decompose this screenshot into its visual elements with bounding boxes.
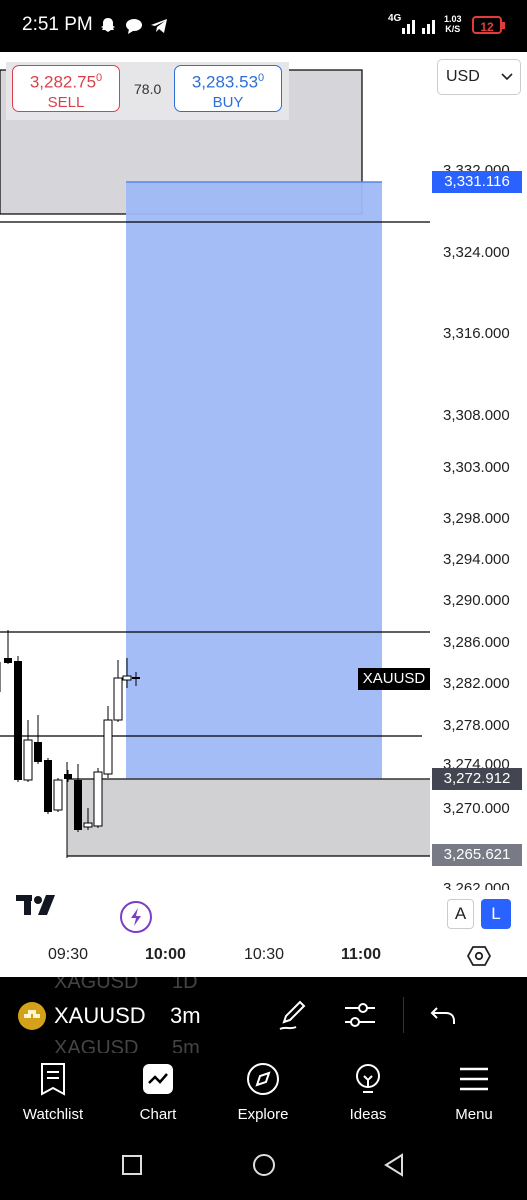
nav-menu[interactable] (424, 1062, 524, 1101)
price-axis-label: 3,303.000 (443, 459, 510, 476)
price-axis-label: 3,282.000 (443, 675, 510, 692)
trade-panel: 3,282.750 SELL 78.0 3,283.530 BUY (6, 62, 289, 120)
battery-icon: 12 (472, 16, 502, 34)
nav-menu-label: Menu (455, 1106, 493, 1123)
nav-watchlist[interactable] (3, 1062, 103, 1101)
signal-icon (402, 20, 435, 34)
interval-selector[interactable]: 3m (170, 1003, 201, 1029)
price-axis-label: 3,298.000 (443, 510, 510, 527)
symbol-name[interactable]: XAUUSD (54, 1003, 146, 1029)
price-axis-label: 3,294.000 (443, 551, 510, 568)
nav-ideas-label: Ideas (349, 1106, 387, 1123)
ghost-symbol-above: XAGUSD (54, 977, 139, 993)
buy-price: 3,283.530 (191, 72, 265, 92)
currency-select[interactable]: USD (437, 59, 521, 95)
nav-chart[interactable] (108, 1062, 208, 1101)
network-speed: 1.03 K/S (444, 14, 462, 34)
chart-settings-icon[interactable] (467, 944, 491, 968)
ghost-symbol-below: XAGUSD (54, 1037, 139, 1053)
log-scale-button[interactable]: L (481, 899, 511, 929)
stop-zone[interactable] (67, 779, 430, 856)
nav-watchlist-label: Watchlist (22, 1106, 84, 1123)
nav-ideas[interactable] (318, 1062, 418, 1101)
time-axis-label: 10:30 (244, 946, 285, 963)
status-time: 2:51 PM (22, 14, 93, 35)
currency-value: USD (446, 68, 480, 85)
battery-tip (502, 22, 505, 29)
undo-icon[interactable] (429, 1002, 459, 1030)
lower-price-tag[interactable]: 3,265.621 (432, 844, 522, 866)
sell-price: 3,282.750 (29, 72, 103, 92)
price-axis-label: 3,290.000 (443, 592, 510, 609)
sell-label: SELL (47, 93, 85, 111)
time-axis-label: 09:30 (48, 946, 89, 963)
ghost-interval-above: 1D (172, 977, 198, 993)
recents-icon[interactable] (121, 1154, 143, 1176)
snapchat-icon (101, 18, 115, 32)
symbol-price-tag: XAUUSD (358, 668, 430, 690)
chevron-down-icon (501, 73, 513, 81)
price-axis-label: 3,316.000 (443, 325, 510, 342)
chat-icon (126, 19, 142, 34)
price-axis-label: 3,262.000 (443, 880, 510, 890)
home-icon[interactable] (251, 1152, 277, 1178)
toolbar-divider (403, 997, 404, 1033)
ghost-interval-below: 5m (172, 1037, 200, 1053)
buy-label: BUY (212, 93, 244, 111)
price-axis-label: 3,286.000 (443, 634, 510, 651)
telegram-icon (151, 19, 167, 33)
indicators-icon[interactable] (343, 998, 377, 1032)
back-icon[interactable] (382, 1152, 406, 1178)
spread-value: 78.0 (134, 81, 162, 97)
nav-explore[interactable] (213, 1062, 313, 1101)
sell-button[interactable]: 3,282.750 SELL (12, 65, 120, 112)
compass-icon (247, 1063, 279, 1095)
buy-button[interactable]: 3,283.530 BUY (174, 65, 282, 112)
price-axis-label: 3,278.000 (443, 717, 510, 734)
watchlist-icon (41, 1063, 65, 1096)
gold-symbol-icon (18, 1002, 46, 1030)
chart-icon (143, 1064, 173, 1094)
auto-scale-button[interactable]: A (447, 899, 474, 929)
tradingview-logo-icon (16, 895, 55, 915)
price-axis-label: 3,270.000 (443, 800, 510, 817)
lightbulb-icon (356, 1064, 380, 1093)
target-price-tag[interactable]: 3,331.116 (432, 171, 522, 193)
price-axis-label: 3,324.000 (443, 244, 510, 261)
stop-price-tag[interactable]: 3,272.912 (432, 768, 522, 790)
flash-icon[interactable] (120, 901, 152, 933)
time-axis-label: 11:00 (341, 946, 382, 963)
price-axis-label: 3,308.000 (443, 407, 510, 424)
nav-explore-label: Explore (237, 1106, 289, 1123)
target-zone[interactable] (126, 182, 382, 780)
menu-icon (460, 1067, 488, 1091)
drawing-pen-icon[interactable] (277, 998, 309, 1032)
time-axis-label: 10:00 (145, 946, 186, 963)
nav-chart-label: Chart (139, 1106, 177, 1123)
